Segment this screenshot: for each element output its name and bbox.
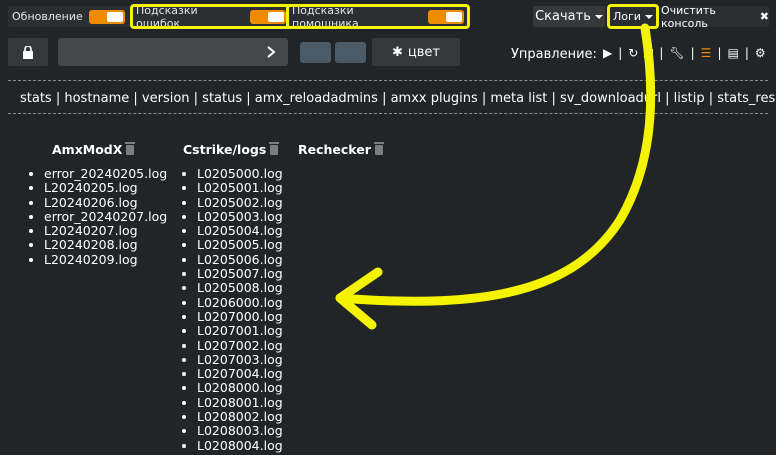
log-file-link[interactable]: L20240207.log — [44, 223, 167, 238]
log-file-link[interactable]: L0205001.log — [197, 180, 283, 195]
log-file-link[interactable]: L0207003.log — [197, 352, 283, 367]
log-file-link[interactable]: L0207004.log — [197, 366, 283, 381]
lock-icon — [23, 45, 33, 59]
switch-knob — [268, 11, 284, 22]
log-list: L0205000.logL0205001.logL0205002.logL020… — [183, 166, 283, 453]
toggle-label: Обновление — [12, 10, 83, 23]
column-title-text: Cstrike/logs — [183, 142, 267, 157]
column-title-text: AmxModX — [52, 142, 123, 157]
column-title: AmxModX — [52, 141, 167, 157]
switch-knob — [106, 11, 123, 22]
arrow-annotation — [335, 23, 656, 330]
log-file-link[interactable]: L20240206.log — [44, 195, 167, 210]
toggle-switch[interactable] — [250, 9, 286, 24]
trash-icon[interactable] — [269, 141, 280, 155]
toggle-switch[interactable] — [88, 9, 125, 24]
chevron-right-icon[interactable] — [266, 46, 276, 58]
log-file-link[interactable]: L0205002.log — [197, 195, 283, 210]
lock-button[interactable] — [8, 38, 48, 66]
wrench-icon[interactable]: 🔧︎ — [669, 46, 684, 60]
log-file-link[interactable]: L0205003.log — [197, 209, 283, 224]
log-file-link[interactable]: L0206000.log — [197, 295, 283, 310]
log-file-link[interactable]: L0205005.log — [197, 238, 283, 253]
log-file-link[interactable]: L0208004.log — [197, 438, 283, 453]
settings-icon[interactable]: ⚙ — [755, 46, 766, 60]
log-file-link[interactable]: L0208000.log — [197, 381, 283, 396]
chevron-down-icon — [594, 14, 603, 19]
chevron-down-icon — [644, 14, 653, 19]
close-icon: ✖ — [759, 10, 769, 23]
trash-icon[interactable] — [125, 141, 136, 155]
list-icon[interactable]: ☰ — [701, 46, 712, 60]
toggle-error-hints[interactable]: Подсказки ошибок — [130, 3, 292, 30]
log-column-cstrike: Cstrike/logs L0205000.logL0205001.logL02… — [183, 141, 283, 453]
log-file-link[interactable]: L0205007.log — [197, 266, 283, 281]
log-file-link[interactable]: L20240208.log — [44, 238, 167, 253]
log-file-link[interactable]: L0205004.log — [197, 223, 283, 238]
log-file-link[interactable]: L0205008.log — [197, 281, 283, 296]
log-file-link[interactable]: L0208002.log — [197, 409, 283, 424]
log-list: error_20240205.logL20240205.logL20240206… — [30, 166, 167, 267]
toggle-label: Подсказки ошибок — [136, 3, 198, 30]
column-title: Cstrike/logs — [183, 141, 283, 157]
address-input[interactable] — [58, 38, 288, 66]
log-file-link[interactable]: L0208001.log — [197, 395, 283, 410]
page-icon[interactable]: ▤ — [727, 46, 738, 60]
log-file-link[interactable]: L0207000.log — [197, 309, 283, 324]
log-file-link[interactable]: L20240209.log — [44, 252, 167, 267]
log-file-link[interactable]: L0207001.log — [197, 323, 283, 338]
log-file-link[interactable]: L0205000.log — [197, 166, 283, 181]
log-file-link[interactable]: L0208003.log — [197, 424, 283, 439]
log-file-link[interactable]: L0205006.log — [197, 252, 283, 267]
log-file-link[interactable]: L0207002.log — [197, 338, 283, 353]
clear-console-button[interactable]: Очистить консоль ✖ — [661, 3, 769, 30]
log-file-link[interactable]: error_20240207.log — [44, 209, 167, 224]
log-column-amxmodx: AmxModX error_20240205.logL20240205.logL… — [30, 141, 167, 267]
log-file-link[interactable]: L20240205.log — [44, 180, 167, 195]
clear-label: Очистить консоль — [661, 3, 716, 30]
log-file-link[interactable]: error_20240205.log — [44, 166, 167, 181]
toggle-refresh[interactable]: Обновление — [8, 6, 134, 27]
